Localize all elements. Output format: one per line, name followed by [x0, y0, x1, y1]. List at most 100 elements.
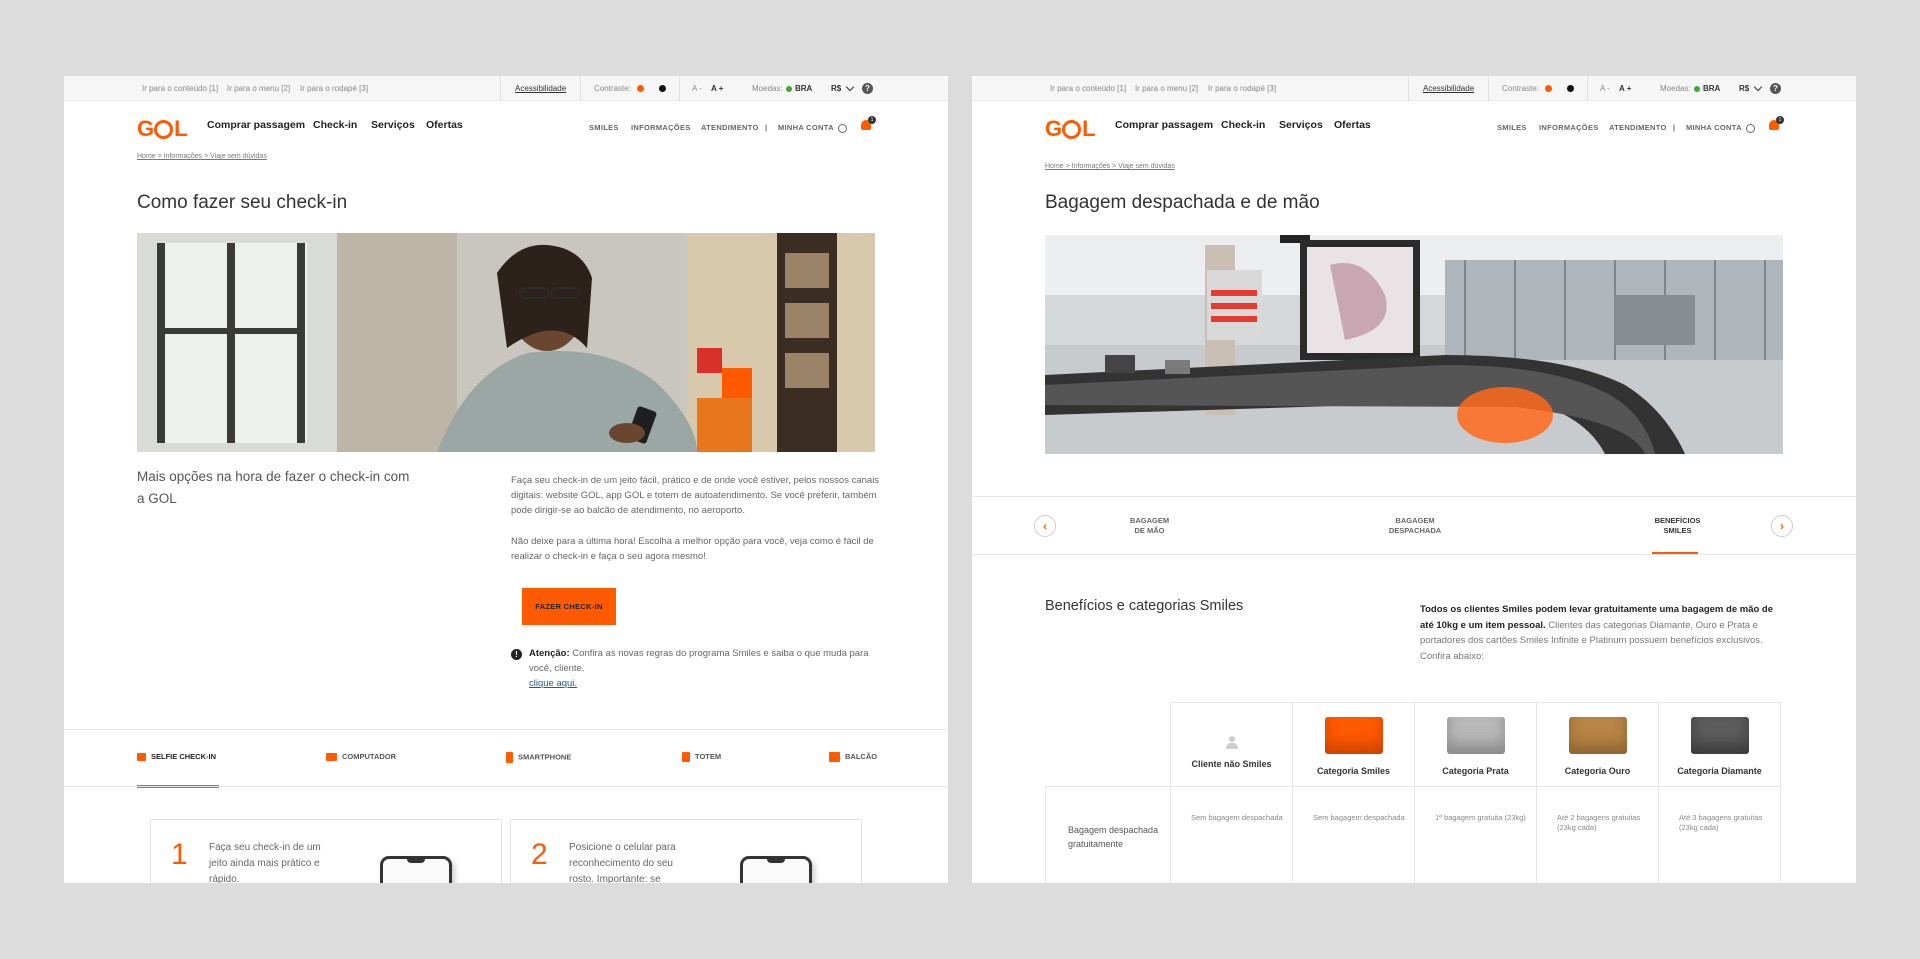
main-nav: GL Comprar passagem Check-in Serviços Of… [64, 101, 948, 151]
font-decrease-button[interactable]: A - [692, 76, 702, 101]
nav-offers[interactable]: Ofertas [426, 119, 463, 131]
nav-my-account[interactable]: MINHA CONTA [1686, 123, 1755, 133]
silver-card-image [1446, 717, 1505, 754]
nav-services[interactable]: Serviços [371, 119, 415, 131]
user-icon [837, 123, 847, 133]
country-selector[interactable]: BRA [786, 76, 812, 101]
hero-image-woman-with-phone [137, 233, 875, 452]
nav-support[interactable]: ATENDIMENTO [1609, 123, 1667, 132]
nav-offers[interactable]: Ofertas [1334, 119, 1371, 131]
step-number: 1 [171, 838, 188, 871]
divider [64, 729, 948, 730]
table-header-cell: Categoria Prata [1414, 702, 1537, 787]
tab-smiles-benefits[interactable]: BENEFÍCIOS SMILES [1650, 516, 1705, 536]
column-name: Categoria Ouro [1564, 766, 1631, 776]
skip-content-link[interactable]: Ir para o conteúdo [1] [142, 76, 218, 101]
currency-selector[interactable]: R$ [831, 76, 855, 101]
accessibility-link[interactable]: Acessibilidade [1423, 76, 1474, 101]
section-title: Benefícios e categorias Smiles [1045, 598, 1244, 614]
nav-checkin[interactable]: Check-in [1221, 119, 1265, 131]
divider [64, 786, 948, 787]
skip-footer-link[interactable]: Ir para o rodapé [3] [1208, 76, 1276, 101]
table-header-cell: Categoria Diamante [1658, 702, 1781, 787]
gol-logo[interactable]: GL [1045, 116, 1096, 142]
nav-divider: | [1673, 123, 1676, 132]
table-header-cell: Cliente não Smiles [1170, 702, 1293, 787]
nav-my-account[interactable]: MINHA CONTA [778, 123, 847, 133]
contrast-dark-toggle[interactable] [1567, 85, 1574, 93]
contrast-orange-toggle[interactable] [637, 85, 644, 93]
gol-logo[interactable]: GL [137, 116, 188, 142]
chevron-down-icon [846, 83, 855, 92]
intro-paragraph-2: Não deixe para a última hora! Escolha a … [511, 536, 874, 562]
table-corner [1045, 702, 1171, 787]
table-header-cell: Categoria Ouro [1536, 702, 1659, 787]
contrast-dark-toggle[interactable] [659, 85, 666, 93]
nav-info[interactable]: INFORMAÇÕES [1539, 123, 1599, 132]
notification-badge: 1 [1776, 116, 1784, 124]
tab-totem[interactable]: TOTEM [682, 752, 721, 763]
skip-menu-link[interactable]: Ir para o menu [2] [227, 76, 290, 101]
nav-smiles[interactable]: SMILES [1497, 123, 1527, 132]
nav-buy-ticket[interactable]: Comprar passagem [207, 119, 305, 131]
nav-checkin[interactable]: Check-in [313, 119, 357, 131]
carousel-prev-button[interactable]: ‹ [1034, 515, 1056, 537]
table-header-cell: Categoria Smiles [1292, 702, 1415, 787]
tab-smartphone[interactable]: SMARTPHONE [506, 752, 571, 763]
font-increase-button[interactable]: A + [1619, 76, 1631, 101]
bell-icon[interactable]: 1 [1769, 116, 1784, 130]
bell-icon[interactable]: 1 [861, 116, 876, 130]
skip-menu-link[interactable]: Ir para o menu [2] [1135, 76, 1198, 101]
nav-buy-ticket[interactable]: Comprar passagem [1115, 119, 1213, 131]
tab-counter[interactable]: BALCÃO [829, 752, 877, 763]
column-name: Categoria Diamante [1677, 766, 1762, 776]
country-selector[interactable]: BRA [1694, 76, 1720, 101]
column-name: Categoria Prata [1442, 766, 1509, 776]
accessibility-link[interactable]: Acessibilidade [515, 76, 566, 101]
tab-carry-on-baggage[interactable]: BAGAGEM DE MÃO [1122, 516, 1177, 536]
counter-icon [829, 752, 840, 763]
font-decrease-button[interactable]: A - [1600, 76, 1610, 101]
nav-services[interactable]: Serviços [1279, 119, 1323, 131]
user-icon [1745, 123, 1755, 133]
column-name: Cliente não Smiles [1191, 759, 1272, 769]
font-increase-button[interactable]: A + [711, 76, 723, 101]
currency-label: Moedas: [1660, 84, 1691, 93]
do-checkin-button[interactable]: FAZER CHECK-IN [522, 588, 616, 625]
row-label: Bagagem despachada gratuitamente [1045, 786, 1171, 883]
tab-computer[interactable]: COMPUTADOR [326, 752, 396, 762]
skip-footer-link[interactable]: Ir para o rodapé [3] [300, 76, 368, 101]
smiles-categories-table: Cliente não Smiles Categoria Smiles Cate… [1045, 702, 1781, 883]
intro-paragraph: Faça seu check-in de um jeito fácil, prá… [511, 475, 880, 516]
warning-link[interactable]: clique aqui. [529, 676, 577, 691]
divider [1408, 76, 1409, 101]
nav-support[interactable]: ATENDIMENTO [701, 123, 759, 132]
page-title: Como fazer seu check-in [137, 192, 348, 213]
hero-image-baggage-carousel [1045, 235, 1783, 454]
breadcrumb[interactable]: Home > Informações > Viaje sem dúvidas [137, 153, 267, 160]
table-cell: Até 3 bagagens gratuitas (23kg cada) [1658, 786, 1781, 883]
carousel-next-button[interactable]: › [1771, 515, 1793, 537]
breadcrumb[interactable]: Home > Informações > Viaje sem dúvidas [1045, 163, 1175, 170]
utility-bar: Ir para o conteúdo [1] Ir para o menu [2… [64, 76, 948, 101]
step-card: 2 Posicione o celular para reconheciment… [510, 819, 862, 883]
nav-smiles[interactable]: SMILES [589, 123, 619, 132]
currency-selector[interactable]: R$ [1739, 76, 1763, 101]
tab-checked-baggage[interactable]: BAGAGEM DESPACHADA [1380, 516, 1450, 536]
divider [972, 554, 1856, 555]
warning-text: Atenção: Confira as novas regras do prog… [529, 648, 869, 674]
help-icon[interactable]: ? [862, 83, 873, 94]
table-cell: Sem bagagem despachada [1170, 786, 1293, 883]
diamond-card-image [1690, 717, 1749, 754]
table-row: Bagagem despachada gratuitamente Sem bag… [1045, 786, 1781, 883]
skip-content-link[interactable]: Ir para o conteúdo [1] [1050, 76, 1126, 101]
nav-info[interactable]: INFORMAÇÕES [631, 123, 691, 132]
contrast-orange-toggle[interactable] [1545, 85, 1552, 93]
help-icon[interactable]: ? [1770, 83, 1781, 94]
main-nav: GL Comprar passagem Check-in Serviços Of… [972, 101, 1856, 151]
contrast-label: Contraste: [1502, 84, 1539, 93]
chevron-down-icon [1754, 83, 1763, 92]
divider [679, 76, 680, 101]
section-subtitle: Mais opções na hora de fazer o check-in … [137, 469, 410, 506]
tab-selfie-checkin[interactable]: SELFIE CHECK-IN [137, 752, 216, 762]
